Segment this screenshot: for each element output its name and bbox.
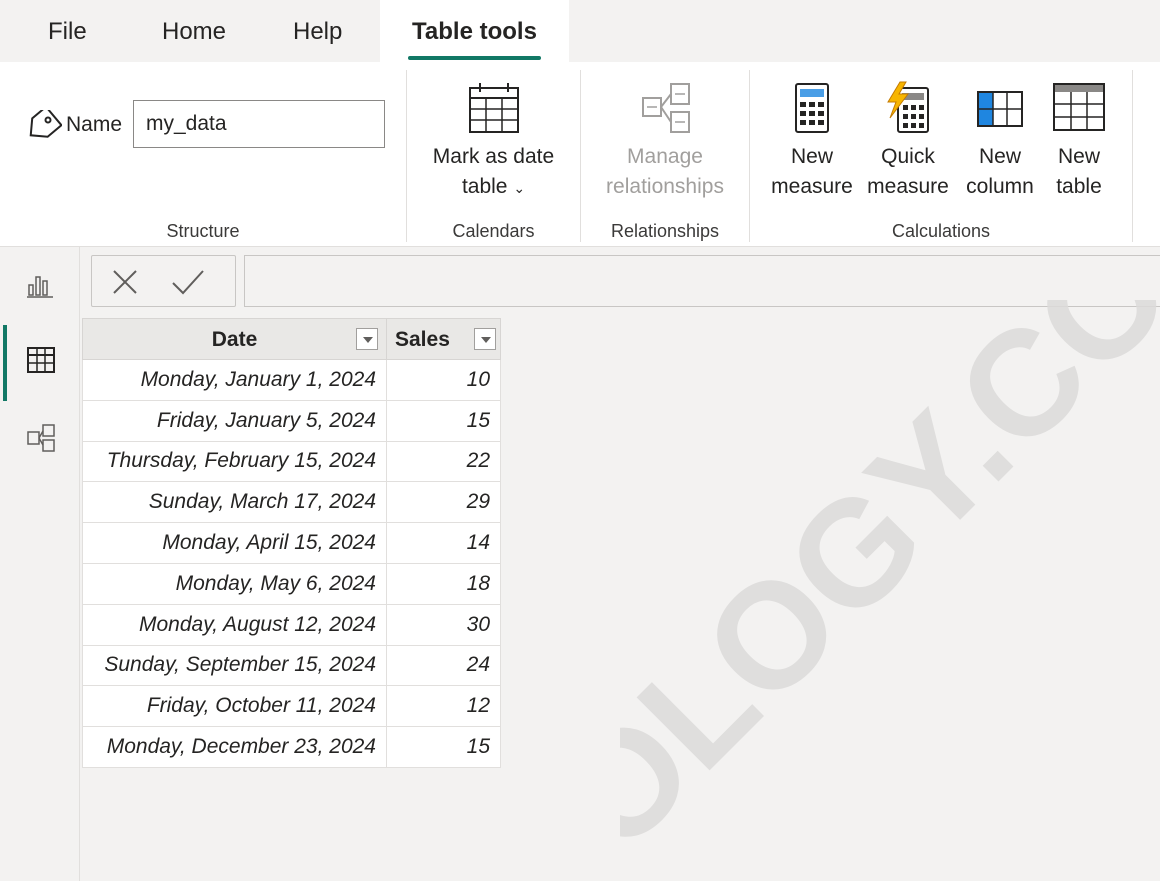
sales-cell[interactable]: 10 <box>386 359 501 401</box>
group-divider <box>1132 70 1133 242</box>
filter-dropdown-icon[interactable] <box>474 327 496 350</box>
new-table-button[interactable]: New table <box>1044 80 1114 202</box>
date-cell[interactable]: Monday, April 15, 2024 <box>82 522 387 564</box>
table-row: Monday, May 6, 2024 18 <box>82 562 501 605</box>
sales-cell[interactable]: 29 <box>386 481 501 524</box>
new-column-button[interactable]: New column <box>956 80 1044 202</box>
date-cell[interactable]: Sunday, September 15, 2024 <box>82 644 387 687</box>
report-view-icon[interactable] <box>26 271 54 299</box>
table-view-icon[interactable] <box>26 345 56 375</box>
menu-table-tools-label: Table tools <box>412 18 537 45</box>
relationships-icon <box>642 83 690 133</box>
header-row: Date Sales <box>82 318 501 360</box>
chevron-down-icon: ⌄ <box>513 180 526 196</box>
menu-help[interactable]: Help <box>293 0 342 62</box>
date-cell[interactable]: Sunday, March 17, 2024 <box>82 481 387 524</box>
date-cell[interactable]: Friday, October 11, 2024 <box>82 685 387 728</box>
active-view-indicator <box>3 325 7 401</box>
name-label: Name <box>66 113 123 136</box>
menu-home[interactable]: Home <box>162 0 226 62</box>
new-measure-label-1: New <box>790 145 833 168</box>
watermark-text: OLOGY.COM <box>620 300 1160 881</box>
model-view-icon[interactable] <box>26 423 56 453</box>
calendars-group-label: Calendars <box>452 221 535 241</box>
table-row: Thursday, February 15, 2024 22 <box>82 440 501 483</box>
table-row: Monday, August 12, 2024 30 <box>82 603 501 646</box>
manage-relationships-button[interactable]: Manage relationships <box>581 80 749 202</box>
structure-group-label: Structure <box>166 221 240 241</box>
new-measure-label-2: measure <box>771 175 853 198</box>
date-cell[interactable]: Monday, May 6, 2024 <box>82 562 387 605</box>
filter-dropdown-icon[interactable] <box>356 327 378 350</box>
mark-as-date-label-1: Mark as date <box>432 145 555 168</box>
structure-group: Name Structure <box>0 62 406 247</box>
mark-as-date-table-button[interactable]: Mark as date table ⌄ <box>407 80 580 203</box>
sales-cell[interactable]: 14 <box>386 522 501 564</box>
new-table-label-2: table <box>1056 175 1102 198</box>
table-name-input[interactable] <box>133 100 385 148</box>
new-column-icon <box>977 91 1023 127</box>
check-icon[interactable] <box>170 268 206 296</box>
column-header-sales-label: Sales <box>395 327 450 351</box>
table-row: Monday, January 1, 2024 10 <box>82 359 501 401</box>
sales-cell[interactable]: 24 <box>386 644 501 687</box>
quick-measure-icon <box>887 81 929 133</box>
column-header-date[interactable]: Date <box>82 318 387 360</box>
view-rail <box>0 247 80 881</box>
table-row: Sunday, September 15, 2024 24 <box>82 644 501 687</box>
table-row: Monday, December 23, 2024 15 <box>82 726 501 768</box>
calculations-group-label: Calculations <box>891 221 991 241</box>
date-cell[interactable]: Monday, August 12, 2024 <box>82 603 387 646</box>
formula-input[interactable] <box>244 255 1160 307</box>
tag-icon <box>29 110 62 138</box>
new-column-label-2: column <box>966 175 1034 198</box>
new-measure-button[interactable]: New measure <box>764 80 860 202</box>
table-row: Friday, October 11, 2024 12 <box>82 685 501 728</box>
relationships-group: Manage relationships Relationships <box>581 62 749 247</box>
sales-cell[interactable]: 30 <box>386 603 501 646</box>
sales-cell[interactable]: 22 <box>386 440 501 483</box>
column-header-date-label: Date <box>211 327 258 351</box>
quick-measure-label-2: measure <box>867 175 949 198</box>
new-table-label-1: New <box>1057 145 1100 168</box>
calculator-icon <box>795 83 829 133</box>
menu-file[interactable]: File <box>48 0 87 62</box>
column-header-sales[interactable]: Sales <box>386 318 501 360</box>
mark-as-date-label-2: table ⌄ <box>407 172 580 203</box>
quick-measure-button[interactable]: Quick measure <box>860 80 956 202</box>
relationships-group-label: Relationships <box>610 221 720 241</box>
menu-bar: File Home Help Table tools <box>0 0 1160 62</box>
date-cell[interactable]: Thursday, February 15, 2024 <box>82 440 387 483</box>
table-row: Friday, January 5, 2024 15 <box>82 399 501 442</box>
sales-cell[interactable]: 12 <box>386 685 501 728</box>
date-cell[interactable]: Monday, January 1, 2024 <box>82 359 387 401</box>
close-icon[interactable] <box>110 267 140 297</box>
date-cell[interactable]: Monday, December 23, 2024 <box>82 726 387 768</box>
table-row: Sunday, March 17, 2024 29 <box>82 481 501 524</box>
sales-cell[interactable]: 15 <box>386 399 501 442</box>
menu-table-tools[interactable]: Table tools <box>380 0 569 62</box>
calendars-group: Mark as date table ⌄ Calendars <box>407 62 580 247</box>
sales-cell[interactable]: 15 <box>386 726 501 768</box>
mark-as-date-label-2-text: table <box>461 175 508 198</box>
manage-label-1: Manage <box>627 145 703 168</box>
active-tab-indicator <box>408 56 541 60</box>
ribbon: Name Structure Mark as date table ⌄ Cale… <box>0 62 1160 247</box>
calculations-group: New measure Quick measure New column New… <box>750 62 1132 247</box>
new-column-label-1: New <box>978 145 1021 168</box>
data-grid: Date Sales Monday, January 1, 2024 10 Fri… <box>82 318 501 768</box>
formula-bar-buttons <box>91 255 236 307</box>
manage-label-2: relationships <box>606 175 724 198</box>
date-cell[interactable]: Friday, January 5, 2024 <box>82 399 387 442</box>
new-table-icon <box>1053 83 1105 131</box>
quick-measure-label-1: Quick <box>881 145 935 168</box>
table-row: Monday, April 15, 2024 14 <box>82 522 501 564</box>
sales-cell[interactable]: 18 <box>386 562 501 605</box>
calendar-icon <box>468 83 519 133</box>
watermark: OLOGY.COM <box>620 300 1160 881</box>
